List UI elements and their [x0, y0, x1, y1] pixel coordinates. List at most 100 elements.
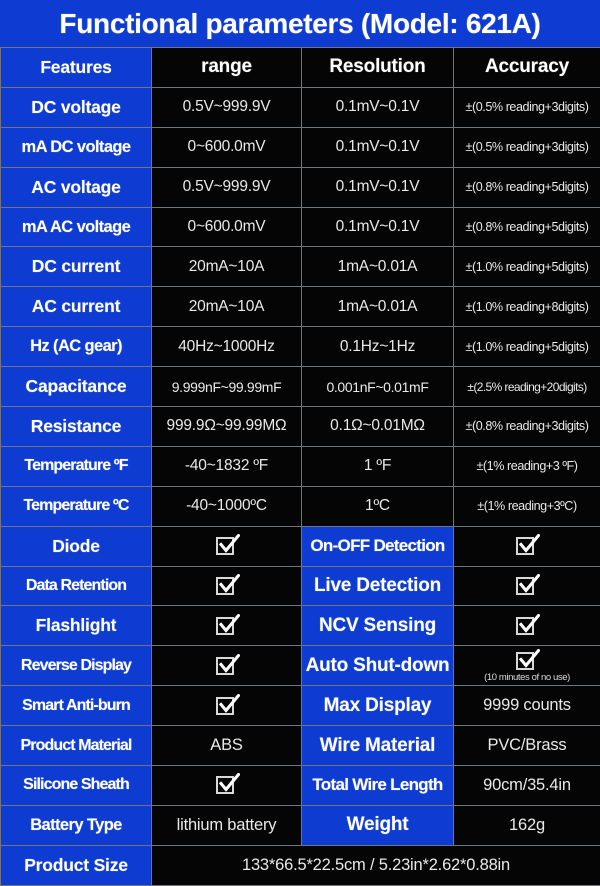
row-feature-label: Battery Type: [1, 805, 152, 845]
row-feature-label: Temperature ºC: [1, 486, 152, 526]
checkbox-cell: [454, 535, 600, 557]
check-icon: [216, 615, 238, 637]
row-feature-label: DC voltage: [1, 87, 152, 127]
row-range-value: 9.999nF~99.99mF: [152, 367, 302, 407]
row-accuracy-value: ±(1.0% reading+5digits): [454, 327, 600, 367]
row-resolution-value: 0.001nF~0.01mF: [302, 367, 454, 407]
table-row: Product MaterialABSWire MaterialPVC/Bras…: [1, 726, 600, 766]
product-size-value: 133*66.5*22.5cm / 5.23in*2.62*0.88in: [152, 845, 600, 885]
check-icon: [516, 650, 538, 672]
row-resolution-value: 0.1mV~0.1V: [302, 207, 454, 247]
row-feature-label: Product Material: [1, 726, 152, 766]
check-icon: [216, 655, 238, 677]
row-resolution-value: 1 ºF: [302, 446, 454, 486]
row-feature-label: DC current: [1, 247, 152, 287]
row-feature-label: mA AC voltage: [1, 207, 152, 247]
row-feature-value: [152, 566, 302, 606]
table-row: DC voltage0.5V~999.9V0.1mV~0.1V±(0.5% re…: [1, 87, 600, 127]
row-feature-label: Data Retention: [1, 566, 152, 606]
row-feature-label-right: Weight: [302, 805, 454, 845]
row-resolution-value: 1ºC: [302, 486, 454, 526]
row-feature-value-right: [454, 606, 600, 646]
row-accuracy-value: ±(0.8% reading+3digits): [454, 407, 600, 447]
row-feature-label: Silicone Sheath: [1, 766, 152, 806]
check-icon: [216, 774, 238, 796]
row-feature-label-right: NCV Sensing: [302, 606, 454, 646]
row-accuracy-value: ±(0.8% reading+5digits): [454, 167, 600, 207]
row-range-value: 0.5V~999.9V: [152, 87, 302, 127]
check-icon: [216, 535, 238, 557]
checkbox-cell: [152, 774, 301, 796]
row-range-value: 0~600.0mV: [152, 127, 302, 167]
row-feature-label: Reverse Display: [1, 646, 152, 686]
row-resolution-value: 0.1Hz~1Hz: [302, 327, 454, 367]
column-header-resolution: Resolution: [302, 48, 454, 88]
row-accuracy-value: ±(1% reading+3 ºF): [454, 446, 600, 486]
table-row: Capacitance9.999nF~99.99mF0.001nF~0.01mF…: [1, 367, 600, 407]
column-header-range: range: [152, 48, 302, 88]
table-row: mA AC voltage0~600.0mV0.1mV~0.1V±(0.8% r…: [1, 207, 600, 247]
row-resolution-value: 0.1mV~0.1V: [302, 87, 454, 127]
row-resolution-value: 0.1mV~0.1V: [302, 127, 454, 167]
table-row-product-size: Product Size133*66.5*22.5cm / 5.23in*2.6…: [1, 845, 600, 885]
row-range-value: 999.9Ω~99.99MΩ: [152, 407, 302, 447]
specifications-table: FeaturesrangeResolutionAccuracyDC voltag…: [0, 47, 600, 886]
row-feature-value: [152, 686, 302, 726]
row-feature-label: Resistance: [1, 407, 152, 447]
checkbox-cell: [152, 695, 301, 717]
product-size-label: Product Size: [1, 845, 152, 885]
row-resolution-value: 1mA~0.01A: [302, 247, 454, 287]
row-feature-value: [152, 606, 302, 646]
row-accuracy-value: ±(0.8% reading+5digits): [454, 207, 600, 247]
row-accuracy-value: ±(1% reading+3ºC): [454, 486, 600, 526]
table-row: mA DC voltage0~600.0mV0.1mV~0.1V±(0.5% r…: [1, 127, 600, 167]
table-row: Hz (AC gear)40Hz~1000Hz0.1Hz~1Hz±(1.0% r…: [1, 327, 600, 367]
row-feature-value-right: (10 minutes of no use): [454, 646, 600, 686]
row-range-value: 0.5V~999.9V: [152, 167, 302, 207]
table-row: AC current20mA~10A1mA~0.01A±(1.0% readin…: [1, 287, 600, 327]
checkbox-cell: [454, 615, 600, 637]
row-feature-value-right: 90cm/35.4in: [454, 766, 600, 806]
row-feature-value: [152, 526, 302, 566]
row-feature-value-right: PVC/Brass: [454, 726, 600, 766]
row-feature-value: [152, 766, 302, 806]
row-resolution-value: 1mA~0.01A: [302, 287, 454, 327]
row-feature-value: lithium battery: [152, 805, 302, 845]
row-feature-label: AC current: [1, 287, 152, 327]
row-resolution-value: 0.1mV~0.1V: [302, 167, 454, 207]
row-feature-label-right: Max Display: [302, 686, 454, 726]
row-feature-value-right: 9999 counts: [454, 686, 600, 726]
table-row: Resistance999.9Ω~99.99MΩ0.1Ω~0.01MΩ±(0.8…: [1, 407, 600, 447]
column-header-features: Features: [1, 48, 152, 88]
row-feature-value-right: [454, 566, 600, 606]
check-icon: [516, 575, 538, 597]
row-range-value: 20mA~10A: [152, 287, 302, 327]
row-feature-value-right: 162g: [454, 805, 600, 845]
table-row: Silicone SheathTotal Wire Length90cm/35.…: [1, 766, 600, 806]
checkbox-cell: [152, 575, 301, 597]
row-feature-label: Diode: [1, 526, 152, 566]
row-feature-label: mA DC voltage: [1, 127, 152, 167]
table-row: Data RetentionLive Detection: [1, 566, 600, 606]
checkbox-cell: [152, 655, 301, 677]
row-range-value: 20mA~10A: [152, 247, 302, 287]
row-feature-label: Capacitance: [1, 367, 152, 407]
row-feature-label: Hz (AC gear): [1, 327, 152, 367]
row-range-value: 0~600.0mV: [152, 207, 302, 247]
row-feature-value: [152, 646, 302, 686]
table-row: Temperature ºC-40~1000ºC1ºC±(1% reading+…: [1, 486, 600, 526]
checkbox-cell: [152, 535, 301, 557]
row-accuracy-value: ±(2.5% reading+20digits): [454, 367, 600, 407]
row-feature-label-right: On-OFF Detection: [302, 526, 454, 566]
row-feature-value-right: [454, 526, 600, 566]
row-accuracy-value: ±(0.5% reading+3digits): [454, 127, 600, 167]
table-header-row: FeaturesrangeResolutionAccuracy: [1, 48, 600, 88]
check-icon: [516, 535, 538, 557]
row-feature-label-right: Auto Shut-down: [302, 646, 454, 686]
row-range-value: -40~1000ºC: [152, 486, 302, 526]
checkbox-cell: [454, 575, 600, 597]
check-icon: [216, 695, 238, 717]
table-row: AC voltage0.5V~999.9V0.1mV~0.1V±(0.8% re…: [1, 167, 600, 207]
row-accuracy-value: ±(1.0% reading+5digits): [454, 247, 600, 287]
row-resolution-value: 0.1Ω~0.01MΩ: [302, 407, 454, 447]
